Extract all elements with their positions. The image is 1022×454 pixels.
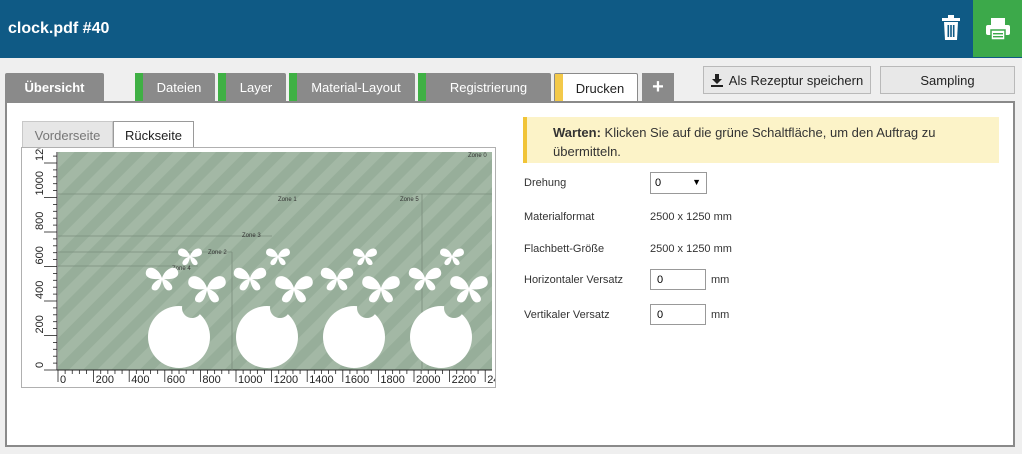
zone-label: Zone 3 (242, 233, 261, 239)
sampling-button[interactable]: Sampling (880, 66, 1015, 94)
chevron-down-icon: ▼ (692, 177, 701, 187)
clock-shape (323, 306, 385, 368)
h-offset-value: 0 (657, 273, 664, 286)
download-icon (710, 73, 723, 87)
x-ruler-label: 1200 (274, 374, 298, 386)
x-ruler-label: 0 (60, 374, 66, 386)
tab-label: Material-Layout (311, 79, 401, 95)
x-ruler-label: 600 (167, 374, 185, 386)
v-offset-input[interactable]: 0 (650, 304, 706, 325)
flatbed-size-label: Flachbett-Größe (524, 243, 605, 255)
tab-files[interactable]: Dateien (135, 73, 215, 101)
front-side-label: Vorderseite (34, 127, 101, 143)
tab-registration[interactable]: Registrierung (418, 73, 551, 101)
printer-icon (985, 17, 1010, 41)
material-format-label: Materialformat (524, 211, 595, 223)
tab-overview[interactable]: Übersicht (5, 73, 104, 101)
x-ruler-label: 2000 (416, 374, 440, 386)
x-ruler-label: 800 (202, 374, 220, 386)
y-ruler-label: 1000 (34, 171, 46, 195)
h-offset-input[interactable]: 0 (650, 269, 706, 290)
x-ruler-label: 24 (487, 374, 495, 386)
tab-status-bar (135, 73, 143, 101)
zone-label: Zone 1 (278, 197, 297, 203)
zone-label: Zone 0 (468, 153, 487, 159)
tab-status-bar (418, 73, 426, 101)
clock-shape (148, 306, 210, 368)
clock-shape (410, 306, 472, 368)
sampling-label: Sampling (920, 72, 975, 88)
layout-preview: 0 200 400 600 800 1000 1200 1400 1600 1800 2000 220… (21, 137, 499, 388)
tab-print[interactable]: Drucken (554, 73, 638, 102)
v-offset-unit: mm (711, 309, 730, 321)
flatbed-size-value: 2500 x 1250 mm (650, 243, 732, 255)
y-ruler-label: 200 (34, 315, 46, 333)
back-side-label: Rückseite (124, 128, 183, 143)
tab-status-bar (555, 74, 563, 102)
save-recipe-button[interactable]: Als Rezeptur speichern (703, 66, 871, 94)
tab-status-bar (289, 73, 297, 101)
trash-icon (942, 15, 960, 40)
h-offset-unit: mm (711, 274, 730, 286)
rotation-label: Drehung (524, 177, 567, 189)
delete-button[interactable] (932, 9, 970, 47)
x-ruler-label: 1000 (238, 374, 262, 386)
tab-label: Layer (239, 79, 273, 95)
warning-message: Warten: Klicken Sie auf die grüne Schalt… (523, 117, 999, 163)
tab-label: Übersicht (24, 79, 85, 95)
y-ruler-label: 600 (34, 246, 46, 264)
h-offset-label: Horizontaler Versatz (524, 274, 624, 286)
rotation-value: 0 (655, 177, 662, 189)
tab-label: Dateien (156, 79, 202, 95)
tab-layer[interactable]: Layer (218, 73, 286, 101)
v-offset-value: 0 (657, 308, 664, 321)
print-button[interactable] (973, 0, 1022, 57)
zone-label: Zone 5 (400, 197, 419, 203)
x-ruler-label: 2200 (452, 374, 476, 386)
y-ruler-label: 0 (34, 362, 46, 368)
rotation-select[interactable]: 0 ▼ (650, 172, 707, 194)
plus-icon: + (652, 75, 664, 98)
tab-status-bar (218, 73, 226, 101)
v-offset-label: Vertikaler Versatz (524, 309, 610, 321)
x-ruler-label: 400 (131, 374, 149, 386)
y-ruler-label: 800 (34, 212, 46, 230)
x-ruler-label: 1400 (309, 374, 333, 386)
material-format-value: 2500 x 1250 mm (650, 211, 732, 223)
tab-front-side[interactable]: Vorderseite (22, 121, 113, 148)
clock-shape (236, 306, 298, 368)
tab-back-side[interactable]: Rückseite (113, 121, 194, 149)
x-ruler-label: 1800 (380, 374, 404, 386)
app-header (0, 0, 1022, 58)
warning-strong: Warten: (553, 125, 601, 140)
x-ruler-label: 200 (96, 374, 114, 386)
layout-preview-canvas: 0 200 400 600 800 1000 1200 1400 1600 1800 2000 220… (22, 137, 499, 387)
job-title: clock.pdf #40 (8, 20, 110, 37)
save-recipe-label: Als Rezeptur speichern (728, 72, 864, 88)
y-ruler-label: 1200 (34, 148, 46, 161)
y-ruler-label: 400 (34, 281, 46, 299)
x-ruler-label: 1600 (345, 374, 369, 386)
tab-label: Drucken (575, 80, 625, 96)
add-tab-button[interactable]: + (642, 73, 674, 101)
zone-label: Zone 2 (208, 250, 227, 256)
warning-text: Klicken Sie auf die grüne Schaltfläche, … (553, 125, 936, 159)
tab-label: Registrierung (449, 79, 528, 95)
tab-material-layout[interactable]: Material-Layout (289, 73, 415, 101)
